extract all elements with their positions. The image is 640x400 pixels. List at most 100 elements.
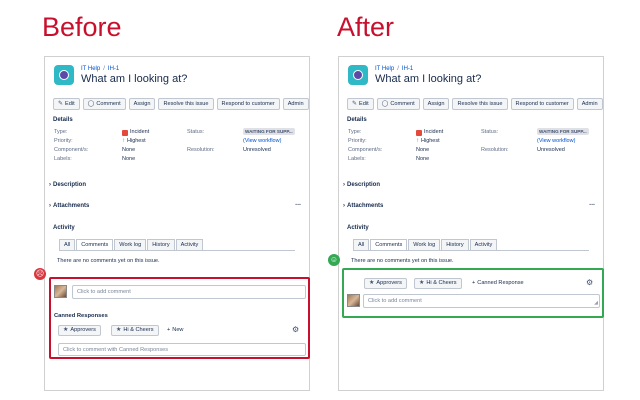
issue-title: What am I looking at?	[81, 73, 188, 85]
respond-to-customer-button[interactable]: Respond to customer	[216, 98, 280, 110]
details-section: Type: Incident Status: WAITING FOR SUPP.…	[348, 128, 598, 164]
details-section: Type: Incident Status: WAITING FOR SUPP.…	[54, 128, 304, 164]
after-issue-panel: IT Help / IH-1 What am I looking at? ✎ Edit…	[338, 56, 604, 391]
status-badge[interactable]: WAITING FOR SUPP...	[243, 128, 295, 135]
edit-button[interactable]: ✎ Edit	[347, 98, 374, 110]
plus-icon: +	[472, 280, 476, 286]
components-label: Component/s:	[348, 147, 383, 153]
labels-label: Labels:	[54, 156, 72, 162]
edit-button[interactable]: ✎ Edit	[53, 98, 80, 110]
components-label: Component/s:	[54, 147, 89, 153]
hi-cheers-button[interactable]: ★ Hi & Cheers	[111, 325, 159, 336]
canned-response-input[interactable]: Click to comment with Canned Responses	[58, 343, 306, 356]
tab-activity[interactable]: Activity	[175, 239, 204, 250]
attachments-toggle[interactable]: › Attachments	[343, 203, 383, 209]
tab-work-log[interactable]: Work log	[408, 239, 441, 250]
before-heading: Before	[42, 12, 122, 42]
more-options-icon[interactable]: ...	[589, 200, 595, 207]
gear-icon[interactable]: ⚙	[292, 325, 299, 334]
comment-input[interactable]: Click to add comment ◢	[363, 294, 600, 308]
status-label: Status:	[187, 129, 205, 135]
attachments-toggle[interactable]: › Attachments	[49, 203, 89, 209]
star-icon: ★	[116, 327, 122, 333]
tab-activity[interactable]: Activity	[469, 239, 498, 250]
comment-button[interactable]: ◯ Comment	[82, 98, 126, 110]
type-value: Incident	[424, 129, 444, 135]
resolution-value: Unresolved	[537, 147, 565, 153]
resize-handle-icon[interactable]: ◢	[594, 300, 598, 307]
approvers-button[interactable]: ★ Approvers	[364, 278, 407, 289]
chevron-right-icon: ›	[343, 203, 345, 209]
chevron-right-icon: ›	[49, 182, 51, 188]
project-avatar[interactable]	[348, 65, 368, 85]
sad-face-icon: ☹	[34, 268, 46, 280]
incident-icon	[122, 129, 128, 136]
activity-heading: Activity	[347, 225, 369, 231]
breadcrumb-issue-key-link[interactable]: IH-1	[108, 66, 119, 72]
assign-button[interactable]: Assign	[422, 98, 450, 110]
speech-bubble-icon: ◯	[87, 101, 95, 107]
tab-comments[interactable]: Comments	[76, 239, 114, 250]
comment-button[interactable]: ◯ Comment	[376, 98, 420, 110]
comment-input[interactable]: Click to add comment	[72, 285, 306, 299]
project-avatar[interactable]	[54, 65, 74, 85]
resolve-issue-button[interactable]: Resolve this issue	[452, 98, 508, 110]
approvers-button[interactable]: ★ Approvers	[58, 325, 101, 336]
tab-comments[interactable]: Comments	[370, 239, 408, 250]
chevron-right-icon: ›	[49, 203, 51, 209]
respond-to-customer-button[interactable]: Respond to customer	[510, 98, 574, 110]
speech-bubble-icon: ◯	[381, 101, 389, 107]
after-comment-area: ★ Approvers ★ Hi & Cheers + Canned Response…	[342, 268, 604, 318]
status-label: Status:	[481, 129, 499, 135]
chevron-right-icon: ›	[343, 182, 345, 188]
star-icon: ★	[369, 280, 375, 286]
canned-responses-heading: Canned Responses	[54, 313, 108, 319]
breadcrumb: IT Help / IH-1	[375, 66, 414, 72]
type-label: Type:	[54, 129, 68, 135]
no-comments-message: There are no comments yet on this issue.	[351, 258, 454, 264]
tab-work-log[interactable]: Work log	[114, 239, 147, 250]
plus-icon: +	[167, 327, 171, 333]
issue-header: IT Help / IH-1 What am I looking at?	[54, 65, 187, 86]
activity-tabs: All Comments Work log History Activity	[59, 239, 295, 251]
components-value: None	[416, 147, 430, 153]
tab-all[interactable]: All	[59, 239, 76, 250]
details-heading: Details	[53, 117, 73, 123]
issue-title: What am I looking at?	[375, 73, 482, 85]
description-toggle[interactable]: › Description	[343, 182, 380, 188]
resolution-label: Resolution:	[187, 147, 215, 153]
details-heading: Details	[347, 117, 367, 123]
description-toggle[interactable]: › Description	[49, 182, 86, 188]
assign-button[interactable]: Assign	[128, 98, 156, 110]
hi-cheers-button[interactable]: ★ Hi & Cheers	[414, 278, 462, 289]
status-badge[interactable]: WAITING FOR SUPP...	[537, 128, 589, 135]
pencil-icon: ✎	[58, 101, 64, 107]
canned-response-button[interactable]: + Canned Response	[472, 280, 524, 286]
pencil-icon: ✎	[352, 101, 358, 107]
breadcrumb-project-link[interactable]: IT Help	[375, 66, 394, 72]
tab-history[interactable]: History	[147, 239, 175, 250]
star-icon: ★	[419, 280, 425, 286]
tab-all[interactable]: All	[353, 239, 370, 250]
gear-icon[interactable]: ⚙	[586, 278, 593, 287]
admin-button[interactable]: Admin	[576, 98, 603, 110]
resolve-issue-button[interactable]: Resolve this issue	[158, 98, 214, 110]
view-workflow-link[interactable]: (View workflow)	[243, 137, 281, 146]
activity-tabs: All Comments Work log History Activity	[353, 239, 589, 251]
admin-button[interactable]: Admin	[282, 98, 309, 110]
view-workflow-link[interactable]: (View workflow)	[537, 137, 575, 146]
labels-value: None	[122, 156, 136, 162]
breadcrumb: IT Help / IH-1	[81, 66, 120, 72]
breadcrumb-issue-key-link[interactable]: IH-1	[402, 66, 413, 72]
incident-icon	[416, 129, 422, 136]
labels-label: Labels:	[348, 156, 366, 162]
breadcrumb-project-link[interactable]: IT Help	[81, 66, 100, 72]
before-comment-area: Click to add comment Canned Responses ★ A…	[49, 277, 310, 359]
more-options-icon[interactable]: ...	[295, 200, 301, 207]
star-icon: ★	[63, 327, 69, 333]
new-canned-response-button[interactable]: + New	[167, 327, 183, 333]
type-label: Type:	[348, 129, 362, 135]
tab-history[interactable]: History	[441, 239, 469, 250]
type-value: Incident	[130, 129, 150, 135]
components-value: None	[122, 147, 136, 153]
